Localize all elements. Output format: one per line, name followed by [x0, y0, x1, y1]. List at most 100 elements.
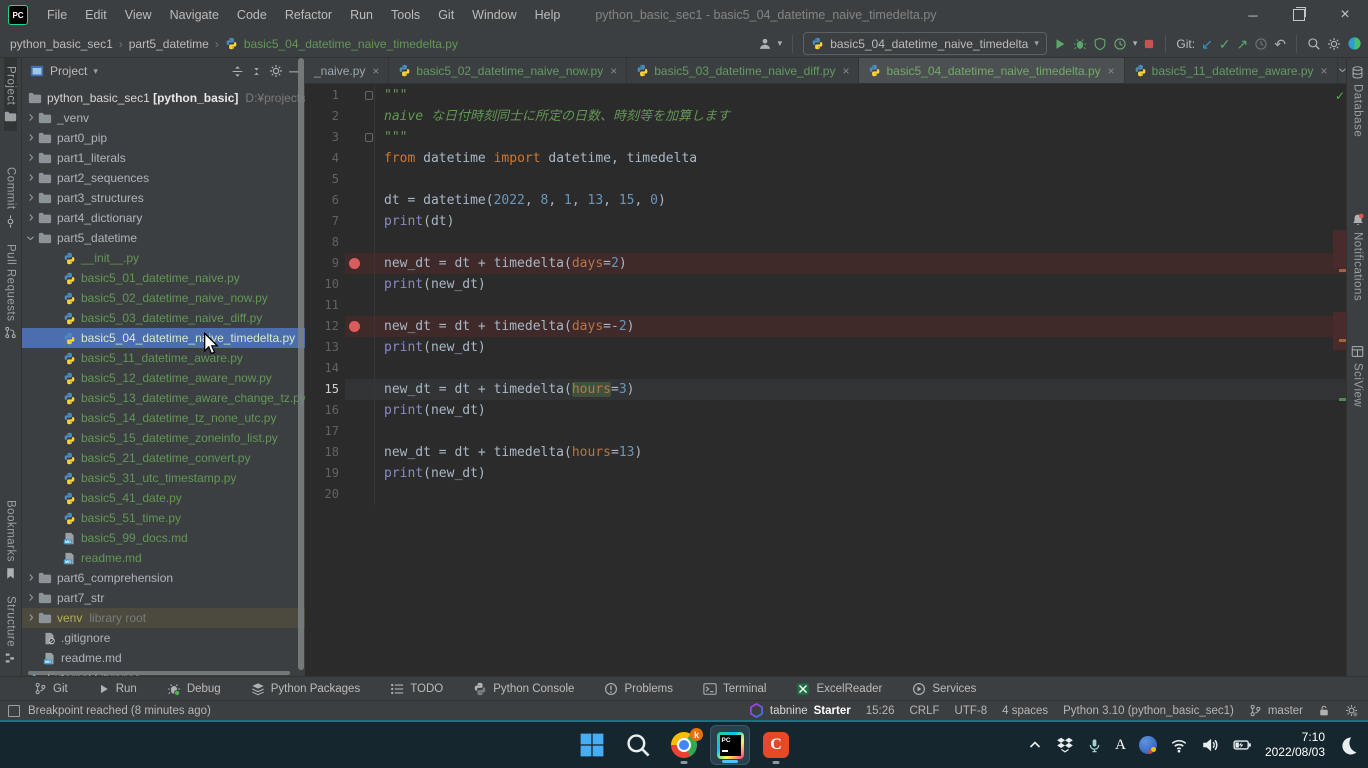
fold-marker-icon[interactable] — [365, 133, 373, 142]
editor-tab[interactable]: _naive.py× — [305, 58, 389, 83]
menu-window[interactable]: Window — [463, 0, 525, 30]
tree-item[interactable]: part6_comprehension — [22, 568, 305, 588]
tray-dropbox-icon[interactable] — [1056, 736, 1074, 754]
toolwindow-button-todo[interactable]: TODO — [390, 682, 443, 696]
breadcrumb-item[interactable]: part5_datetime — [129, 37, 209, 51]
tab-close-icon[interactable]: × — [610, 64, 617, 78]
editor-tab[interactable]: basic5_02_datetime_naive_now.py× — [389, 58, 627, 83]
tree-item[interactable]: basic5_12_datetime_aware_now.py — [22, 368, 305, 388]
chevron-down-icon[interactable] — [24, 233, 38, 244]
code-line[interactable]: 20 — [305, 484, 1346, 505]
fold-marker-icon[interactable] — [365, 91, 373, 100]
tabnine-widget[interactable]: tabnineStarter — [749, 703, 851, 718]
menu-git[interactable]: Git — [429, 0, 463, 30]
plugin-icon[interactable] — [1347, 36, 1362, 51]
toolwindow-button-python-console[interactable]: Python Console — [473, 682, 574, 696]
coverage-button[interactable] — [1093, 37, 1107, 51]
tree-item[interactable]: basic5_21_datetime_convert.py — [22, 448, 305, 468]
tree-item[interactable]: basic5_14_datetime_tz_none_utc.py — [22, 408, 305, 428]
code-editor[interactable]: 1"""2naive な日付時刻同士に所定の日数、時刻等を加算します3"""4f… — [305, 84, 1346, 676]
chevron-right-icon[interactable] — [24, 613, 38, 624]
code-line[interactable]: 2naive な日付時刻同士に所定の日数、時刻等を加算します — [305, 106, 1346, 127]
status-item[interactable]: 4 spaces — [1002, 705, 1048, 717]
chevron-right-icon[interactable] — [24, 133, 38, 144]
close-button[interactable]: × — [1322, 0, 1368, 30]
settings-gear-icon[interactable] — [1327, 37, 1341, 51]
sidebar-item-notifications[interactable]: Notifications — [1351, 205, 1365, 309]
taskbar-app-pycharm[interactable]: PC — [710, 725, 750, 765]
tree-item[interactable]: MDreadme.md — [22, 648, 305, 668]
toolwindow-button-git[interactable]: Git — [34, 682, 68, 695]
code-line[interactable]: 4from datetime import datetime, timedelt… — [305, 148, 1346, 169]
git-push-icon[interactable]: ↗ — [1237, 36, 1249, 52]
tab-close-icon[interactable]: × — [842, 64, 849, 78]
tab-close-icon[interactable]: × — [372, 64, 379, 78]
gear-icon[interactable] — [269, 64, 283, 78]
code-line[interactable]: 3""" — [305, 127, 1346, 148]
taskbar-app-start[interactable] — [572, 725, 612, 765]
project-scrollbar-horizontal[interactable] — [28, 671, 290, 675]
profiler-caret-icon[interactable]: ▾ — [1133, 38, 1138, 49]
chevron-right-icon[interactable] — [24, 153, 38, 164]
tree-item[interactable]: part0_pip — [22, 128, 305, 148]
tree-item[interactable]: basic5_03_datetime_naive_diff.py — [22, 308, 305, 328]
sidebar-item-project[interactable]: Project — [4, 58, 17, 131]
sidebar-item-bookmarks[interactable]: Bookmarks — [4, 492, 17, 588]
toolwindow-button-debug[interactable]: Debug — [167, 682, 221, 696]
tool-window-switcher-icon[interactable] — [8, 705, 20, 717]
editor-tab[interactable]: basic5_03_datetime_naive_diff.py× — [627, 58, 859, 83]
menu-view[interactable]: View — [116, 0, 161, 30]
code-line[interactable]: 19print(new_dt) — [305, 463, 1346, 484]
code-line[interactable]: 9new_dt = dt + timedelta(days=2) — [305, 253, 1346, 274]
sphere-app-icon[interactable] — [1139, 736, 1157, 754]
sidebar-item-structure[interactable]: Structure — [5, 588, 17, 672]
code-line[interactable]: 10print(new_dt) — [305, 274, 1346, 295]
restore-button[interactable] — [1276, 0, 1322, 30]
breakpoint-icon[interactable] — [349, 321, 360, 332]
tree-item[interactable]: basic5_11_datetime_aware.py — [22, 348, 305, 368]
editor-tab[interactable]: basic5_11_datetime_aware.py× — [1125, 58, 1338, 83]
project-scrollbar-vertical[interactable] — [298, 58, 304, 670]
taskbar-clock[interactable]: 7:102022/08/03 — [1265, 730, 1325, 760]
run-button[interactable] — [1053, 37, 1067, 51]
chevron-right-icon[interactable] — [24, 573, 38, 584]
menu-refactor[interactable]: Refactor — [276, 0, 341, 30]
code-line[interactable]: 17 — [305, 421, 1346, 442]
code-line[interactable]: 18new_dt = dt + timedelta(hours=13) — [305, 442, 1346, 463]
tree-item[interactable]: basic5_15_datetime_zoneinfo_list.py — [22, 428, 305, 448]
toolwindow-button-python-packages[interactable]: Python Packages — [251, 682, 361, 696]
chevron-right-icon[interactable] — [24, 113, 38, 124]
code-line[interactable]: 6dt = datetime(2022, 8, 1, 13, 15, 0) — [305, 190, 1346, 211]
taskbar-app-search[interactable] — [618, 725, 658, 765]
status-item[interactable]: UTF-8 — [955, 705, 988, 717]
code-line[interactable]: 16print(new_dt) — [305, 400, 1346, 421]
git-history-icon[interactable] — [1254, 37, 1268, 51]
tree-item[interactable]: part4_dictionary — [22, 208, 305, 228]
breakpoint-icon[interactable] — [349, 258, 360, 269]
git-commit-icon[interactable]: ✓ — [1219, 36, 1231, 52]
ime-a-icon[interactable]: A — [1115, 737, 1126, 754]
tree-item[interactable]: part2_sequences — [22, 168, 305, 188]
status-item[interactable]: Python 3.10 (python_basic_sec1) — [1063, 705, 1234, 717]
tree-item[interactable]: basic5_51_time.py — [22, 508, 305, 528]
git-update-icon[interactable]: ↙ — [1201, 36, 1213, 52]
code-line[interactable]: 7print(dt) — [305, 211, 1346, 232]
tray-battery-icon[interactable] — [1232, 736, 1252, 754]
tree-item[interactable]: basic5_31_utc_timestamp.py — [22, 468, 305, 488]
code-line[interactable]: 8 — [305, 232, 1346, 253]
chevron-right-icon[interactable] — [24, 193, 38, 204]
taskbar-app-camtasia[interactable]: C — [756, 725, 796, 765]
menu-run[interactable]: Run — [341, 0, 382, 30]
code-line[interactable]: 15new_dt = dt + timedelta(hours=3) — [305, 379, 1346, 400]
tray-chevron-up-icon[interactable] — [1027, 737, 1043, 753]
git-rollback-icon[interactable]: ↶ — [1274, 36, 1286, 52]
debug-button[interactable] — [1073, 37, 1087, 51]
tray-volume-icon[interactable] — [1201, 736, 1219, 754]
sidebar-item-commit[interactable]: Commit — [4, 159, 17, 236]
tree-item[interactable]: part5_datetime — [22, 228, 305, 248]
status-item[interactable]: CRLF — [909, 705, 939, 717]
chevron-right-icon[interactable] — [24, 173, 38, 184]
tab-close-icon[interactable]: × — [1321, 64, 1328, 78]
tab-close-icon[interactable]: × — [1108, 64, 1115, 78]
tray-wifi-icon[interactable] — [1170, 736, 1188, 754]
